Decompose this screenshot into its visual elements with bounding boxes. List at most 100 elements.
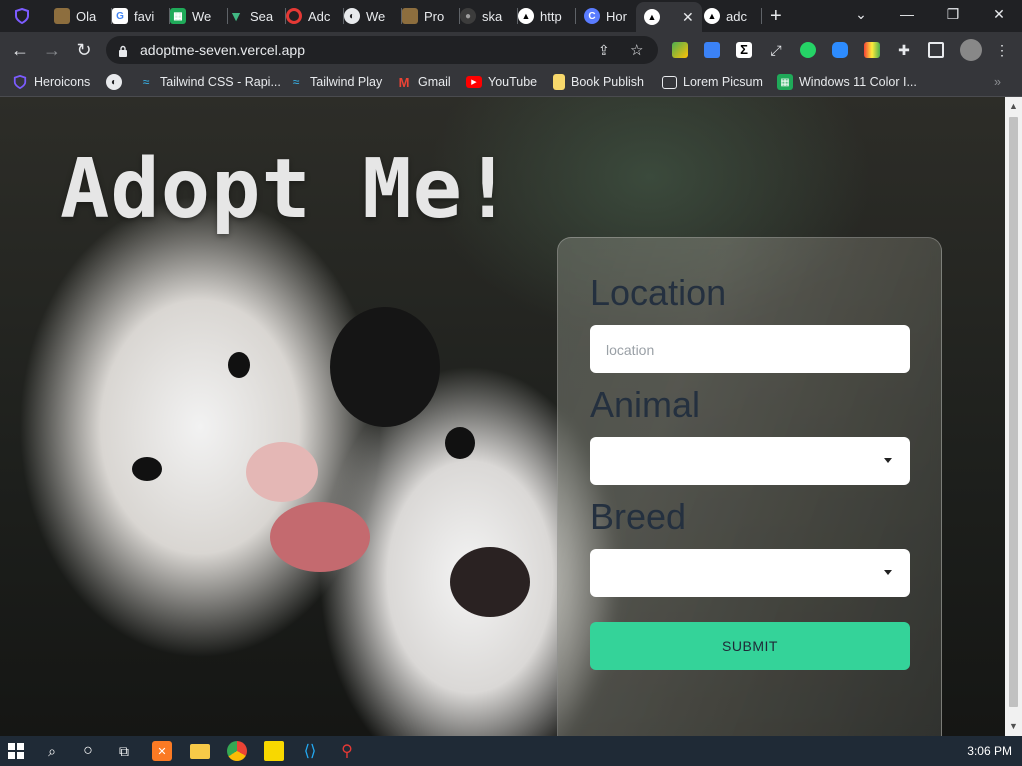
tab-title: adc: [726, 8, 747, 24]
location-input[interactable]: [590, 325, 888, 375]
bookmark-label: Book Publish: [571, 75, 644, 89]
sticky-notes-icon[interactable]: [264, 741, 284, 761]
bookmark-gmail[interactable]: M Gmail: [396, 73, 451, 91]
avatar[interactable]: [960, 39, 982, 61]
folder-icon: [553, 74, 565, 90]
tab[interactable]: C Hor: [576, 4, 642, 28]
app-icon[interactable]: ⚲: [337, 741, 357, 761]
bookmark-heroicons[interactable]: Heroicons: [12, 73, 90, 91]
animal-select[interactable]: [590, 437, 910, 485]
bookmark-tailwind-play[interactable]: ≈ Tailwind Play: [288, 73, 383, 91]
bookmarks-bar: Heroicons ◐ ≈ Tailwind CSS - Rapi... ≈ T…: [0, 68, 1022, 97]
bookmark-lorem-picsum[interactable]: Lorem Picsum: [662, 73, 763, 91]
location-field[interactable]: [590, 325, 910, 375]
bookmark-globe[interactable]: ◐: [106, 73, 122, 91]
plus-icon: +: [770, 4, 782, 27]
bookmark-youtube[interactable]: ▶ YouTube: [466, 73, 537, 91]
file-explorer-icon[interactable]: [190, 744, 210, 759]
tab-search-button[interactable]: ⌄: [838, 0, 884, 28]
tab[interactable]: ▦ We: [162, 4, 228, 28]
vscode-icon[interactable]: ⟨⟩: [300, 741, 320, 761]
forward-button[interactable]: →: [40, 38, 64, 62]
tab[interactable]: ◐ We: [336, 4, 402, 28]
chrome-icon[interactable]: [227, 741, 247, 761]
shield-icon: [12, 74, 28, 90]
expand-icon[interactable]: ⤢: [768, 42, 784, 58]
dog-mouth: [270, 502, 370, 572]
side-panel-icon[interactable]: [928, 42, 944, 58]
new-tab-button[interactable]: +: [762, 4, 796, 28]
sigma-icon[interactable]: Σ: [736, 42, 752, 58]
scroll-down-icon[interactable]: ▼: [1009, 721, 1018, 731]
bookmark-label: YouTube: [488, 75, 538, 89]
search-icon[interactable]: ⌕: [42, 741, 62, 761]
puzzle-icon[interactable]: ✚: [896, 42, 912, 58]
whatsapp-icon[interactable]: [800, 42, 816, 58]
restore-button[interactable]: ❐: [930, 0, 976, 28]
bookmark-windows-color[interactable]: ▦ Windows 11 Color I...: [777, 73, 917, 91]
cortana-icon[interactable]: ○: [78, 741, 98, 761]
address-bar[interactable]: adoptme-seven.vercel.app ⇪ ☆: [106, 36, 658, 64]
clock[interactable]: 3:06 PM: [967, 744, 1012, 758]
task-view-icon[interactable]: ⧉: [114, 741, 134, 761]
tab[interactable]: ▼ Sea: [220, 4, 286, 28]
bookmark-label: Lorem Picsum: [683, 75, 763, 89]
submit-button[interactable]: SUBMIT: [590, 622, 910, 670]
reload-icon: ↻: [76, 39, 92, 60]
tab[interactable]: ▲ adc: [696, 4, 762, 28]
tab-active[interactable]: ▲ ✕: [636, 2, 702, 32]
dog-eye: [445, 427, 475, 459]
bookmark-book-publish[interactable]: Book Publish: [553, 73, 644, 91]
share-icon[interactable]: ⇪: [598, 42, 610, 59]
close-icon[interactable]: ✕: [682, 9, 694, 26]
url-text: adoptme-seven.vercel.app: [140, 42, 305, 58]
close-window-button[interactable]: ✕: [976, 0, 1022, 28]
vue-icon: ▼: [229, 8, 243, 24]
google-icon: G: [112, 8, 128, 24]
tab-title: Ola: [76, 8, 97, 24]
location-label: Location: [590, 272, 727, 313]
bookmark-label: Windows 11 Color I...: [799, 75, 917, 89]
color-picker-icon[interactable]: [864, 42, 880, 58]
tab[interactable]: G favi: [104, 4, 170, 28]
scrollbar-thumb[interactable]: [1009, 117, 1018, 707]
tab[interactable]: Adc: [278, 4, 344, 28]
github-icon: ●: [460, 8, 476, 24]
triangle-icon: ▲: [644, 9, 660, 25]
layers-extension-icon[interactable]: [672, 42, 688, 58]
breed-select[interactable]: [590, 549, 910, 597]
reload-button[interactable]: ↻: [72, 38, 96, 62]
back-button[interactable]: ←: [8, 38, 32, 62]
windows-start-icon[interactable]: [6, 741, 26, 761]
bookmarks-overflow-button[interactable]: »: [994, 73, 1001, 91]
bookmark-star-icon[interactable]: ☆: [630, 41, 643, 59]
caret-down-icon: [884, 570, 892, 575]
green-grid-icon: ▦: [170, 8, 186, 24]
menu-icon[interactable]: ⋮: [994, 42, 1010, 58]
triangle-icon: ▲: [518, 8, 534, 24]
zoom-icon[interactable]: [832, 42, 848, 58]
page-viewport: Adopt Me! Location Animal Breed SUBMIT: [0, 97, 1005, 736]
arrow-left-icon: ←: [11, 39, 29, 60]
tab[interactable]: ● ska: [452, 4, 518, 28]
folder-icon: [402, 8, 418, 24]
triangle-icon: ▲: [704, 8, 720, 24]
bookmark-tailwind[interactable]: ≈ Tailwind CSS - Rapi...: [138, 73, 281, 91]
arrow-right-icon: →: [43, 39, 61, 60]
xampp-icon[interactable]: ✕: [152, 741, 172, 761]
tab-menu[interactable]: [6, 4, 48, 28]
tab[interactable]: Ola: [46, 4, 112, 28]
tab-title: ska: [482, 8, 503, 24]
tab-title: We: [192, 8, 212, 24]
extension-icon[interactable]: [704, 42, 720, 58]
minimize-button[interactable]: —: [884, 0, 930, 28]
tab-title: We: [366, 8, 386, 24]
vertical-scrollbar[interactable]: ▲ ▼: [1005, 97, 1022, 736]
tab[interactable]: ▲ http: [510, 4, 576, 28]
animal-label: Animal: [590, 384, 701, 425]
tab-title: Hor: [606, 8, 627, 24]
gmail-icon: M: [398, 74, 410, 90]
bookmark-label: Heroicons: [34, 75, 91, 89]
tab[interactable]: Pro: [394, 4, 460, 28]
scroll-up-icon[interactable]: ▲: [1009, 101, 1018, 111]
